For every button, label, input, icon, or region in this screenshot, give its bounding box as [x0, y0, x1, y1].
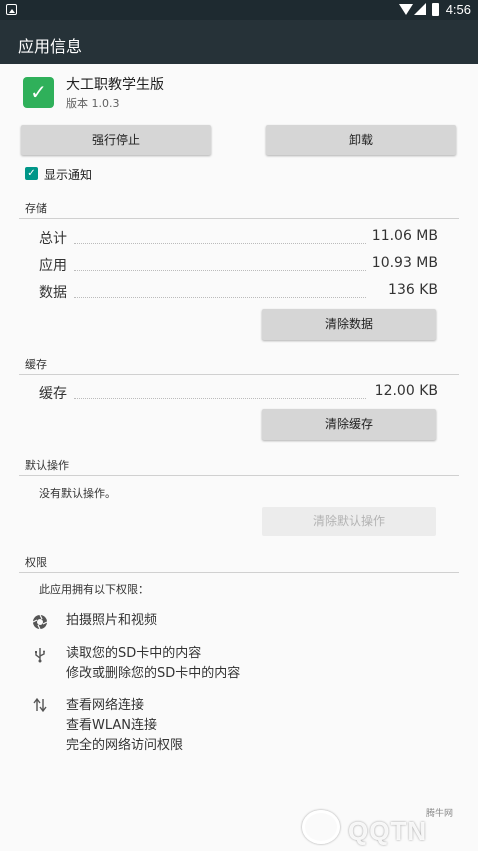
usb-storage-icon: [32, 647, 48, 663]
watermark-logo: QQTN 腾牛网: [300, 800, 475, 850]
watermark-small-text: 腾牛网: [426, 809, 454, 819]
cache-value: 12.00 KB: [374, 383, 438, 399]
cache-section-title: 缓存: [25, 358, 47, 371]
app-bar: 应用信息: [0, 20, 478, 64]
permissions-section-title: 权限: [25, 556, 47, 569]
uninstall-button[interactable]: 卸载: [266, 125, 456, 155]
cache-label: 缓存: [39, 386, 67, 402]
row-leader: [74, 270, 366, 271]
storage-data-label: 数据: [39, 285, 67, 301]
row-leader: [74, 297, 366, 298]
permission-item: 拍摄照片和视频: [66, 613, 158, 628]
row-leader: [74, 398, 366, 399]
status-bar: 4:56: [0, 0, 478, 20]
clear-defaults-button: 清除默认操作: [262, 507, 436, 536]
permission-item: 读取您的SD卡中的内容: [66, 646, 202, 661]
defaults-divider: [19, 475, 459, 476]
app-icon: ✓: [23, 77, 54, 108]
clear-data-button[interactable]: 清除数据: [262, 309, 436, 340]
storage-divider: [19, 218, 459, 219]
app-name: 大工职教学生版: [66, 77, 164, 93]
show-notifications-checkbox[interactable]: ✓: [25, 167, 38, 180]
row-leader: [74, 243, 366, 244]
permission-item: 查看WLAN连接: [66, 718, 158, 733]
battery-icon: [432, 3, 439, 16]
storage-total-value: 11.06 MB: [371, 228, 438, 244]
cache-divider: [19, 374, 459, 375]
signal-icon: [414, 3, 426, 15]
app-version: 版本 1.0.3: [66, 97, 120, 110]
permissions-intro: 此应用拥有以下权限：: [39, 583, 149, 596]
defaults-text: 没有默认操作。: [39, 487, 116, 500]
status-time: 4:56: [445, 2, 471, 17]
storage-data-value: 136 KB: [388, 282, 438, 298]
clear-cache-button[interactable]: 清除缓存: [262, 409, 436, 440]
notification-icon: [6, 4, 17, 15]
page-title: 应用信息: [18, 37, 83, 56]
camera-icon: [32, 614, 48, 630]
network-arrows-icon: [32, 697, 48, 713]
wifi-icon: [399, 4, 413, 15]
watermark-text: QQTN: [348, 816, 428, 846]
defaults-section-title: 默认操作: [25, 459, 69, 472]
show-notifications-label: 显示通知: [44, 168, 93, 182]
storage-app-value: 10.93 MB: [371, 255, 438, 271]
permissions-divider: [19, 572, 459, 573]
watermark-circle: [302, 810, 340, 844]
storage-app-label: 应用: [39, 258, 67, 274]
permission-item: 查看网络连接: [66, 698, 145, 713]
storage-total-label: 总计: [39, 231, 67, 247]
storage-section-title: 存储: [25, 202, 47, 215]
permission-item: 完全的网络访问权限: [66, 738, 184, 753]
force-stop-button[interactable]: 强行停止: [21, 125, 211, 155]
permission-item: 修改或删除您的SD卡中的内容: [66, 666, 241, 681]
